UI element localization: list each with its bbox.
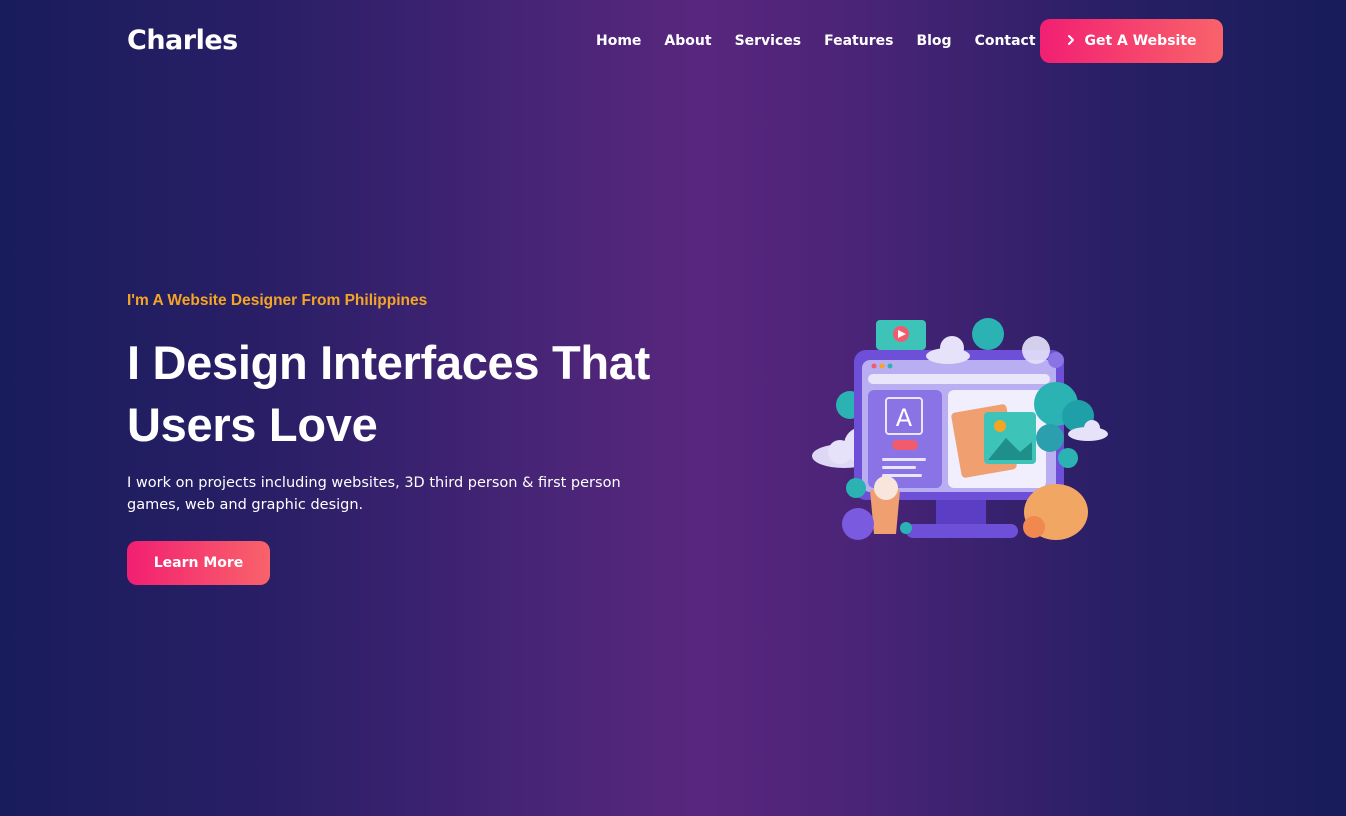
hero-headline: I Design Interfaces That Users Love xyxy=(127,332,687,456)
learn-more-button[interactable]: Learn More xyxy=(127,541,270,585)
nav-item-features[interactable]: Features xyxy=(824,30,893,52)
hero-headline-line-1: I Design Interfaces That xyxy=(127,336,650,389)
get-a-website-label: Get A Website xyxy=(1084,33,1197,49)
nav-item-about[interactable]: About xyxy=(664,30,711,52)
designer-workspace-illustration: A xyxy=(812,318,1108,540)
get-a-website-button[interactable]: Get A Website xyxy=(1040,19,1223,63)
hero-illustration: A xyxy=(806,312,1116,552)
nav-item-services[interactable]: Services xyxy=(735,30,802,52)
logo[interactable]: Charles xyxy=(127,24,238,58)
nav-item-home[interactable]: Home xyxy=(596,30,641,52)
hero-content: I'm A Website Designer From Philippines … xyxy=(127,288,687,585)
hero-headline-line-2: Users Love xyxy=(127,398,378,451)
main-nav: Home About Services Features Blog Contac… xyxy=(596,30,1036,52)
hero-tagline: I'm A Website Designer From Philippines xyxy=(127,292,428,309)
site-header: Charles Home About Services Features Blo… xyxy=(0,0,1346,82)
hero-description: I work on projects including websites, 3… xyxy=(127,475,621,513)
svg-text:A: A xyxy=(896,404,913,432)
chevron-right-icon xyxy=(1066,34,1076,49)
nav-item-contact[interactable]: Contact xyxy=(975,30,1036,52)
nav-item-blog[interactable]: Blog xyxy=(916,30,951,52)
